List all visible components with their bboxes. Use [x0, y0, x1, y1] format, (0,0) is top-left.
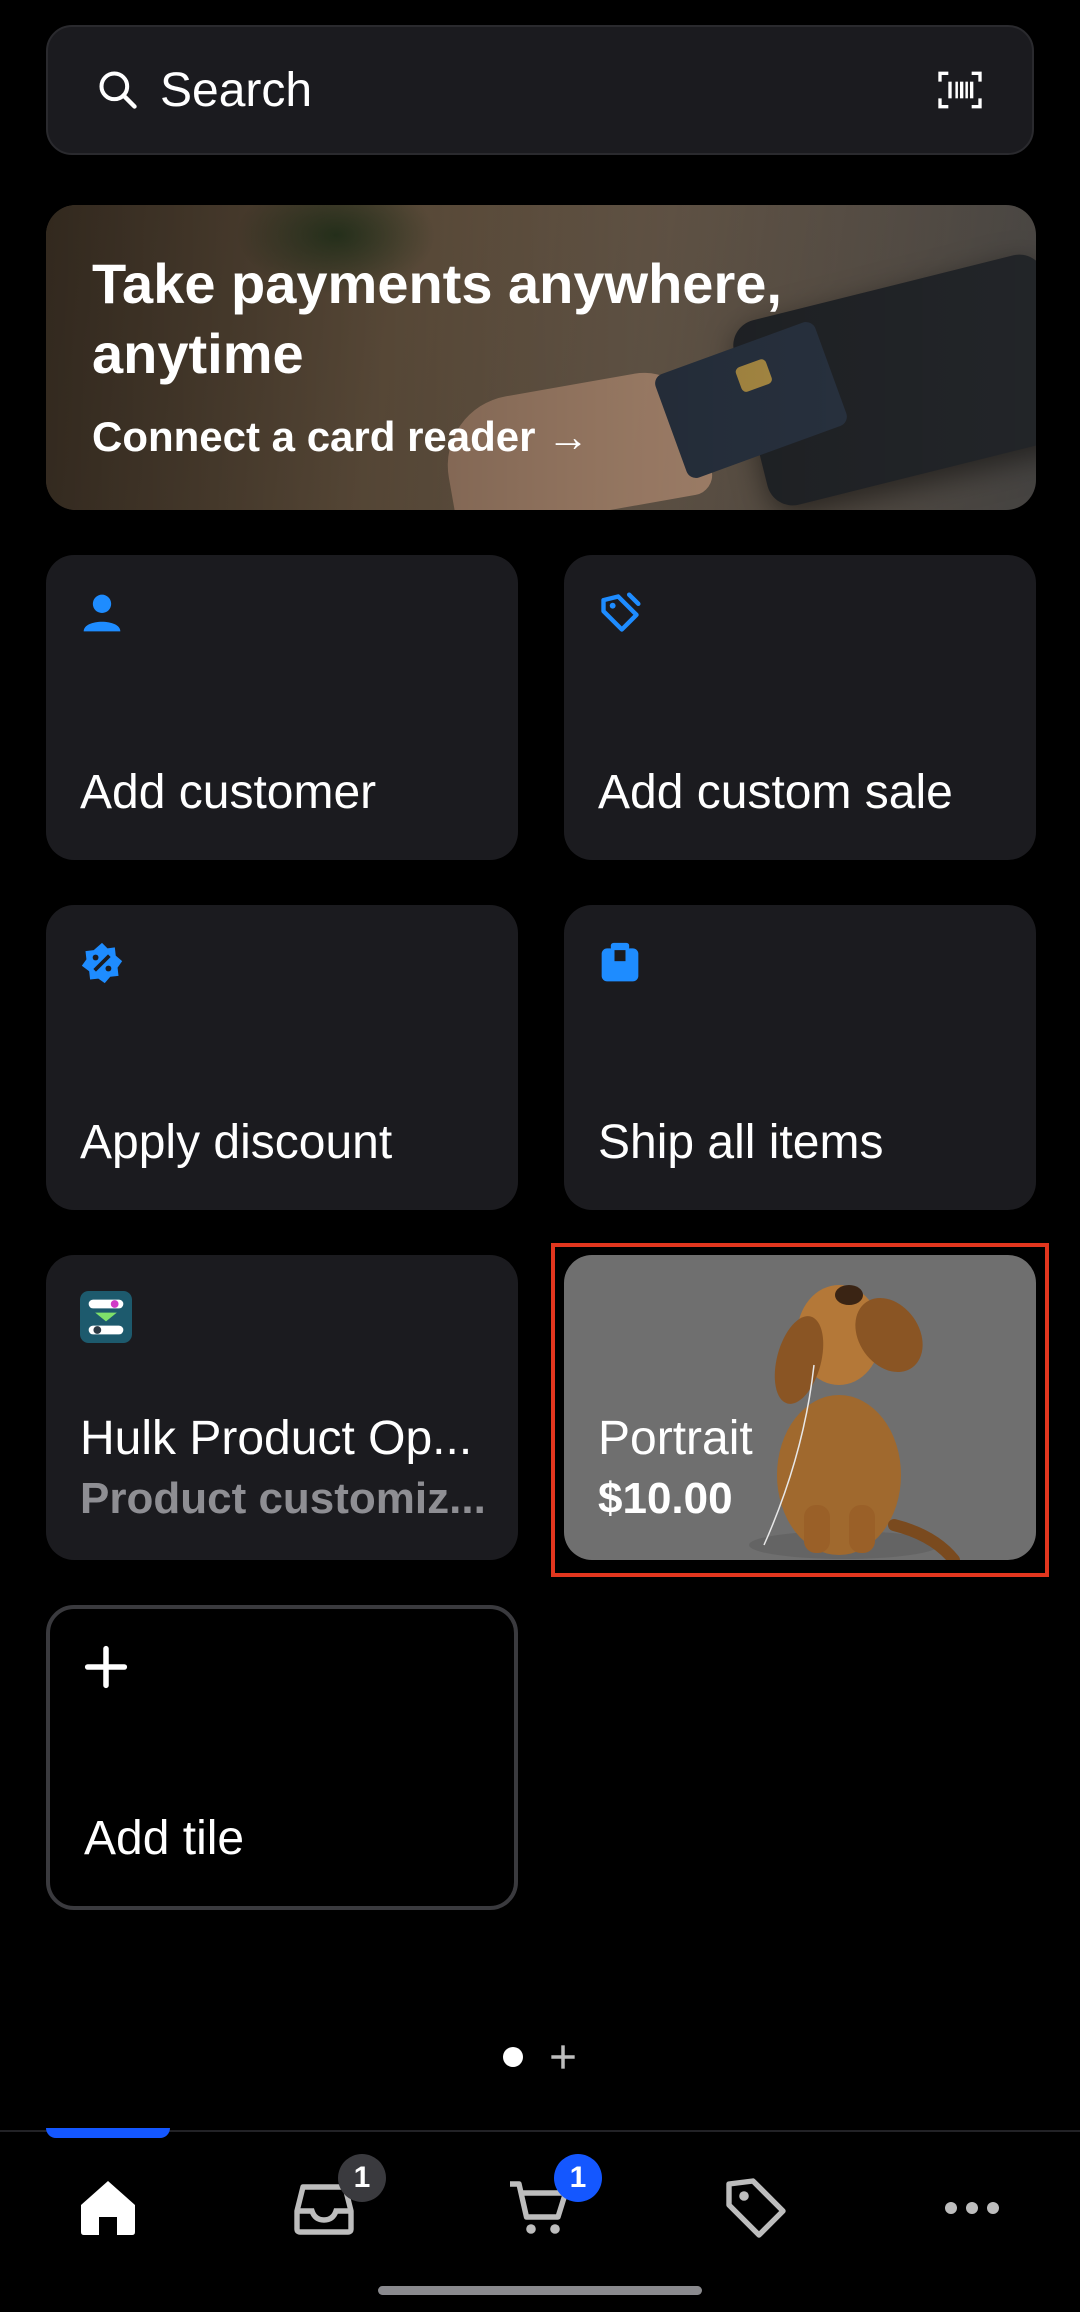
- more-icon: [945, 2202, 999, 2214]
- tag-icon: [726, 2178, 786, 2238]
- tile-label: Portrait: [598, 1412, 753, 1465]
- barcode-scan-icon[interactable]: [936, 70, 984, 110]
- page-indicator: [0, 2042, 1080, 2072]
- search-placeholder: Search: [160, 63, 313, 117]
- add-custom-sale-tile[interactable]: Add custom sale: [564, 555, 1036, 860]
- nav-cart[interactable]: 1: [504, 2154, 602, 2244]
- ship-all-items-tile[interactable]: Ship all items: [564, 905, 1036, 1210]
- cart-badge: 1: [554, 2154, 602, 2202]
- portrait-product-tile[interactable]: Portrait $10.00: [564, 1255, 1036, 1560]
- tile-price: $10.00: [598, 1474, 733, 1523]
- tag-edit-icon: [601, 592, 641, 632]
- tile-label: Hulk Product Op...: [80, 1412, 473, 1465]
- add-customer-tile[interactable]: Add customer: [46, 555, 518, 860]
- person-icon: [83, 594, 121, 632]
- apply-discount-tile[interactable]: Apply discount: [46, 905, 518, 1210]
- home-icon: [81, 2181, 135, 2235]
- system-home-indicator[interactable]: [378, 2286, 702, 2295]
- card-reader-promo-banner[interactable]: Take payments anywhere, anytime Connect …: [46, 205, 1036, 510]
- pos-home-screen: Search Take payments anywhere, anytime C…: [0, 0, 1080, 2312]
- nav-products[interactable]: [720, 2172, 792, 2244]
- search-bar[interactable]: Search: [46, 25, 1034, 155]
- bottom-navigation: 1 1: [0, 2128, 1080, 2312]
- hulk-product-options-tile[interactable]: Hulk Product Op... Product customiz...: [46, 1255, 518, 1560]
- tile-label: Apply discount: [80, 1116, 393, 1169]
- tile-label: Add customer: [80, 766, 377, 819]
- app-logo-icon: [80, 1291, 132, 1343]
- tile-sublabel: Product customiz...: [80, 1474, 486, 1523]
- add-tile-button[interactable]: Add tile: [46, 1605, 518, 1910]
- discount-badge-icon: [81, 942, 123, 984]
- page-dot-active[interactable]: [503, 2047, 523, 2067]
- nav-orders[interactable]: 1: [288, 2154, 386, 2244]
- nav-more[interactable]: [936, 2172, 1008, 2244]
- add-page-icon[interactable]: [549, 2043, 577, 2071]
- tile-label: Ship all items: [598, 1116, 884, 1169]
- orders-badge: 1: [338, 2154, 386, 2202]
- package-icon: [601, 942, 639, 982]
- nav-home[interactable]: [72, 2172, 144, 2244]
- plus-icon: [84, 1645, 128, 1689]
- connect-card-reader-link[interactable]: Connect a card reader →: [92, 413, 589, 461]
- search-icon: [99, 71, 137, 109]
- tile-label: Add custom sale: [598, 766, 953, 819]
- banner-title: Take payments anywhere, anytime: [92, 252, 782, 385]
- active-tab-indicator: [46, 2128, 170, 2138]
- tile-label: Add tile: [84, 1812, 245, 1865]
